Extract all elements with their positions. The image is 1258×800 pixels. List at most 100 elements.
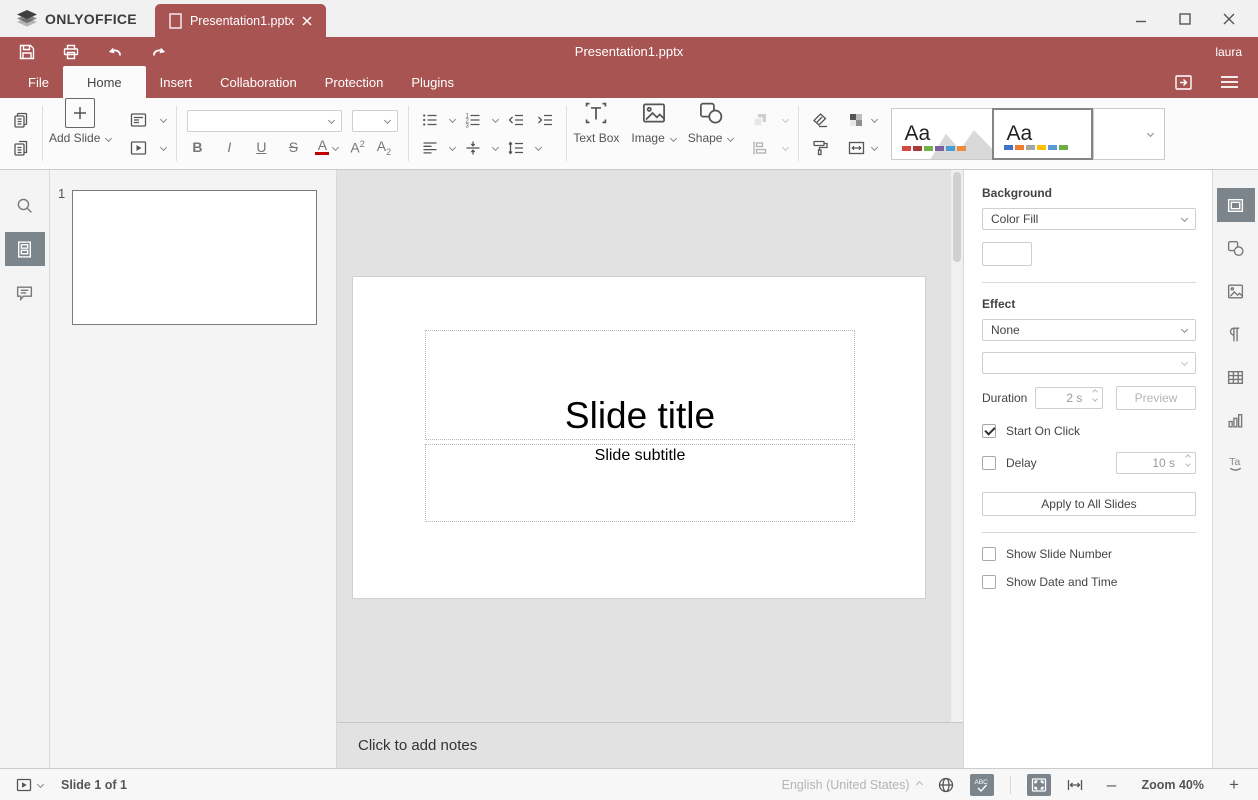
superscript-button[interactable]: A2: [350, 139, 364, 156]
chart-settings-button[interactable]: [1217, 403, 1255, 437]
chevron-down-icon[interactable]: [871, 116, 878, 123]
textart-settings-button[interactable]: Ta: [1217, 446, 1255, 480]
show-date-time-checkbox[interactable]: [982, 575, 996, 589]
zoom-level[interactable]: Zoom 40%: [1141, 778, 1204, 792]
color-scheme-button[interactable]: [845, 109, 867, 131]
undo-button[interactable]: [104, 41, 126, 63]
copy-button[interactable]: [10, 109, 32, 131]
chevron-down-icon[interactable]: [492, 144, 499, 151]
tab-close-icon[interactable]: [302, 16, 312, 26]
spinner-arrows-icon[interactable]: [1186, 455, 1190, 466]
menu-tab-home[interactable]: Home: [63, 66, 146, 98]
horizontal-align-button[interactable]: [419, 137, 441, 159]
numbered-list-button[interactable]: 123: [462, 109, 484, 131]
slide-settings-button[interactable]: [1217, 188, 1255, 222]
set-language-globe-button[interactable]: [934, 774, 958, 796]
document-tab[interactable]: Presentation1.pptx: [155, 4, 326, 37]
slide-size-button[interactable]: [845, 137, 867, 159]
background-fill-select[interactable]: Color Fill: [982, 208, 1196, 230]
theme-option-2-selected[interactable]: Aa: [992, 108, 1093, 160]
paragraph-settings-button[interactable]: [1217, 317, 1255, 351]
editing-canvas[interactable]: Slide title Slide subtitle Click to add …: [337, 170, 963, 768]
delay-checkbox[interactable]: [982, 456, 996, 470]
chevron-down-icon[interactable]: [332, 144, 339, 151]
chevron-down-icon[interactable]: [37, 781, 44, 788]
save-button[interactable]: [16, 41, 38, 63]
close-button[interactable]: [1214, 5, 1244, 33]
strikeout-button[interactable]: S: [283, 139, 303, 155]
scrollbar-thumb[interactable]: [953, 172, 961, 262]
duration-spinner[interactable]: 2 s: [1035, 387, 1103, 409]
chevron-down-icon[interactable]: [160, 116, 167, 123]
copy-style-button[interactable]: [809, 137, 831, 159]
maximize-button[interactable]: [1170, 5, 1200, 33]
effect-type-select[interactable]: [982, 352, 1196, 374]
slides-panel-button[interactable]: [5, 232, 45, 266]
show-slide-number-checkbox[interactable]: [982, 547, 996, 561]
canvas-scrollbar[interactable]: [950, 170, 963, 722]
menu-tab-plugins[interactable]: Plugins: [397, 66, 468, 98]
menu-tab-collaboration[interactable]: Collaboration: [206, 66, 311, 98]
menu-tab-file[interactable]: File: [14, 66, 63, 98]
theme-gallery-expand-button[interactable]: [1135, 108, 1165, 160]
user-name[interactable]: laura: [1215, 45, 1258, 59]
menu-tab-insert[interactable]: Insert: [146, 66, 207, 98]
image-settings-button[interactable]: [1217, 274, 1255, 308]
hamburger-menu-icon[interactable]: [1218, 71, 1240, 93]
open-file-location-button[interactable]: [1172, 71, 1194, 93]
start-slideshow-statusbar-button[interactable]: [12, 774, 36, 796]
underline-button[interactable]: U: [251, 139, 271, 155]
subscript-button[interactable]: A2: [377, 138, 391, 157]
chevron-down-icon[interactable]: [160, 144, 167, 151]
add-slide-button[interactable]: Add Slide: [43, 98, 117, 169]
chevron-down-icon[interactable]: [535, 144, 542, 151]
background-color-swatch[interactable]: [982, 242, 1032, 266]
line-spacing-button[interactable]: [505, 137, 527, 159]
effect-select[interactable]: None: [982, 319, 1196, 341]
bold-button[interactable]: B: [187, 139, 207, 155]
chevron-down-icon[interactable]: [782, 144, 789, 151]
fit-to-width-button[interactable]: [1063, 774, 1087, 796]
print-button[interactable]: [60, 41, 82, 63]
font-color-button[interactable]: A: [315, 139, 329, 155]
subtitle-placeholder[interactable]: Slide subtitle: [425, 444, 855, 522]
font-name-select[interactable]: [187, 110, 342, 132]
chevron-down-icon[interactable]: [449, 116, 456, 123]
change-layout-button[interactable]: [127, 109, 149, 131]
search-button[interactable]: [5, 188, 45, 222]
vertical-align-button[interactable]: [462, 137, 484, 159]
increase-indent-button[interactable]: [534, 109, 556, 131]
spellcheck-button[interactable]: ABC: [970, 774, 994, 796]
menu-tab-protection[interactable]: Protection: [311, 66, 398, 98]
table-settings-button[interactable]: [1217, 360, 1255, 394]
chevron-down-icon[interactable]: [449, 144, 456, 151]
redo-button[interactable]: [148, 41, 170, 63]
eraser-icon[interactable]: [809, 109, 831, 131]
minimize-button[interactable]: [1126, 5, 1156, 33]
theme-option-1[interactable]: Aa: [891, 108, 992, 160]
preview-button[interactable]: Preview: [1116, 386, 1196, 410]
apply-to-all-slides-button[interactable]: Apply to All Slides: [982, 492, 1196, 516]
font-size-select[interactable]: [352, 110, 398, 132]
slide[interactable]: Slide title Slide subtitle: [353, 277, 925, 598]
title-placeholder[interactable]: Slide title: [425, 330, 855, 440]
text-box-button[interactable]: Text Box: [567, 98, 625, 169]
paste-button[interactable]: [10, 137, 32, 159]
chevron-down-icon[interactable]: [782, 116, 789, 123]
align-shape-button[interactable]: [749, 137, 771, 159]
insert-image-button[interactable]: Image: [625, 98, 681, 169]
spinner-arrows-icon[interactable]: [1093, 390, 1097, 401]
zoom-in-button[interactable]: +: [1222, 774, 1246, 796]
shape-settings-button[interactable]: [1217, 231, 1255, 265]
chevron-down-icon[interactable]: [492, 116, 499, 123]
chevron-down-icon[interactable]: [871, 144, 878, 151]
bullet-list-button[interactable]: [419, 109, 441, 131]
insert-shape-button[interactable]: Shape: [682, 98, 740, 169]
slide-thumbnail[interactable]: [72, 190, 317, 325]
decrease-indent-button[interactable]: [505, 109, 527, 131]
start-slideshow-button[interactable]: [127, 137, 149, 159]
notes-area[interactable]: Click to add notes: [337, 722, 963, 768]
delay-spinner[interactable]: 10 s: [1116, 452, 1196, 474]
comments-button[interactable]: [5, 276, 45, 310]
language-selector[interactable]: English (United States): [782, 778, 923, 792]
